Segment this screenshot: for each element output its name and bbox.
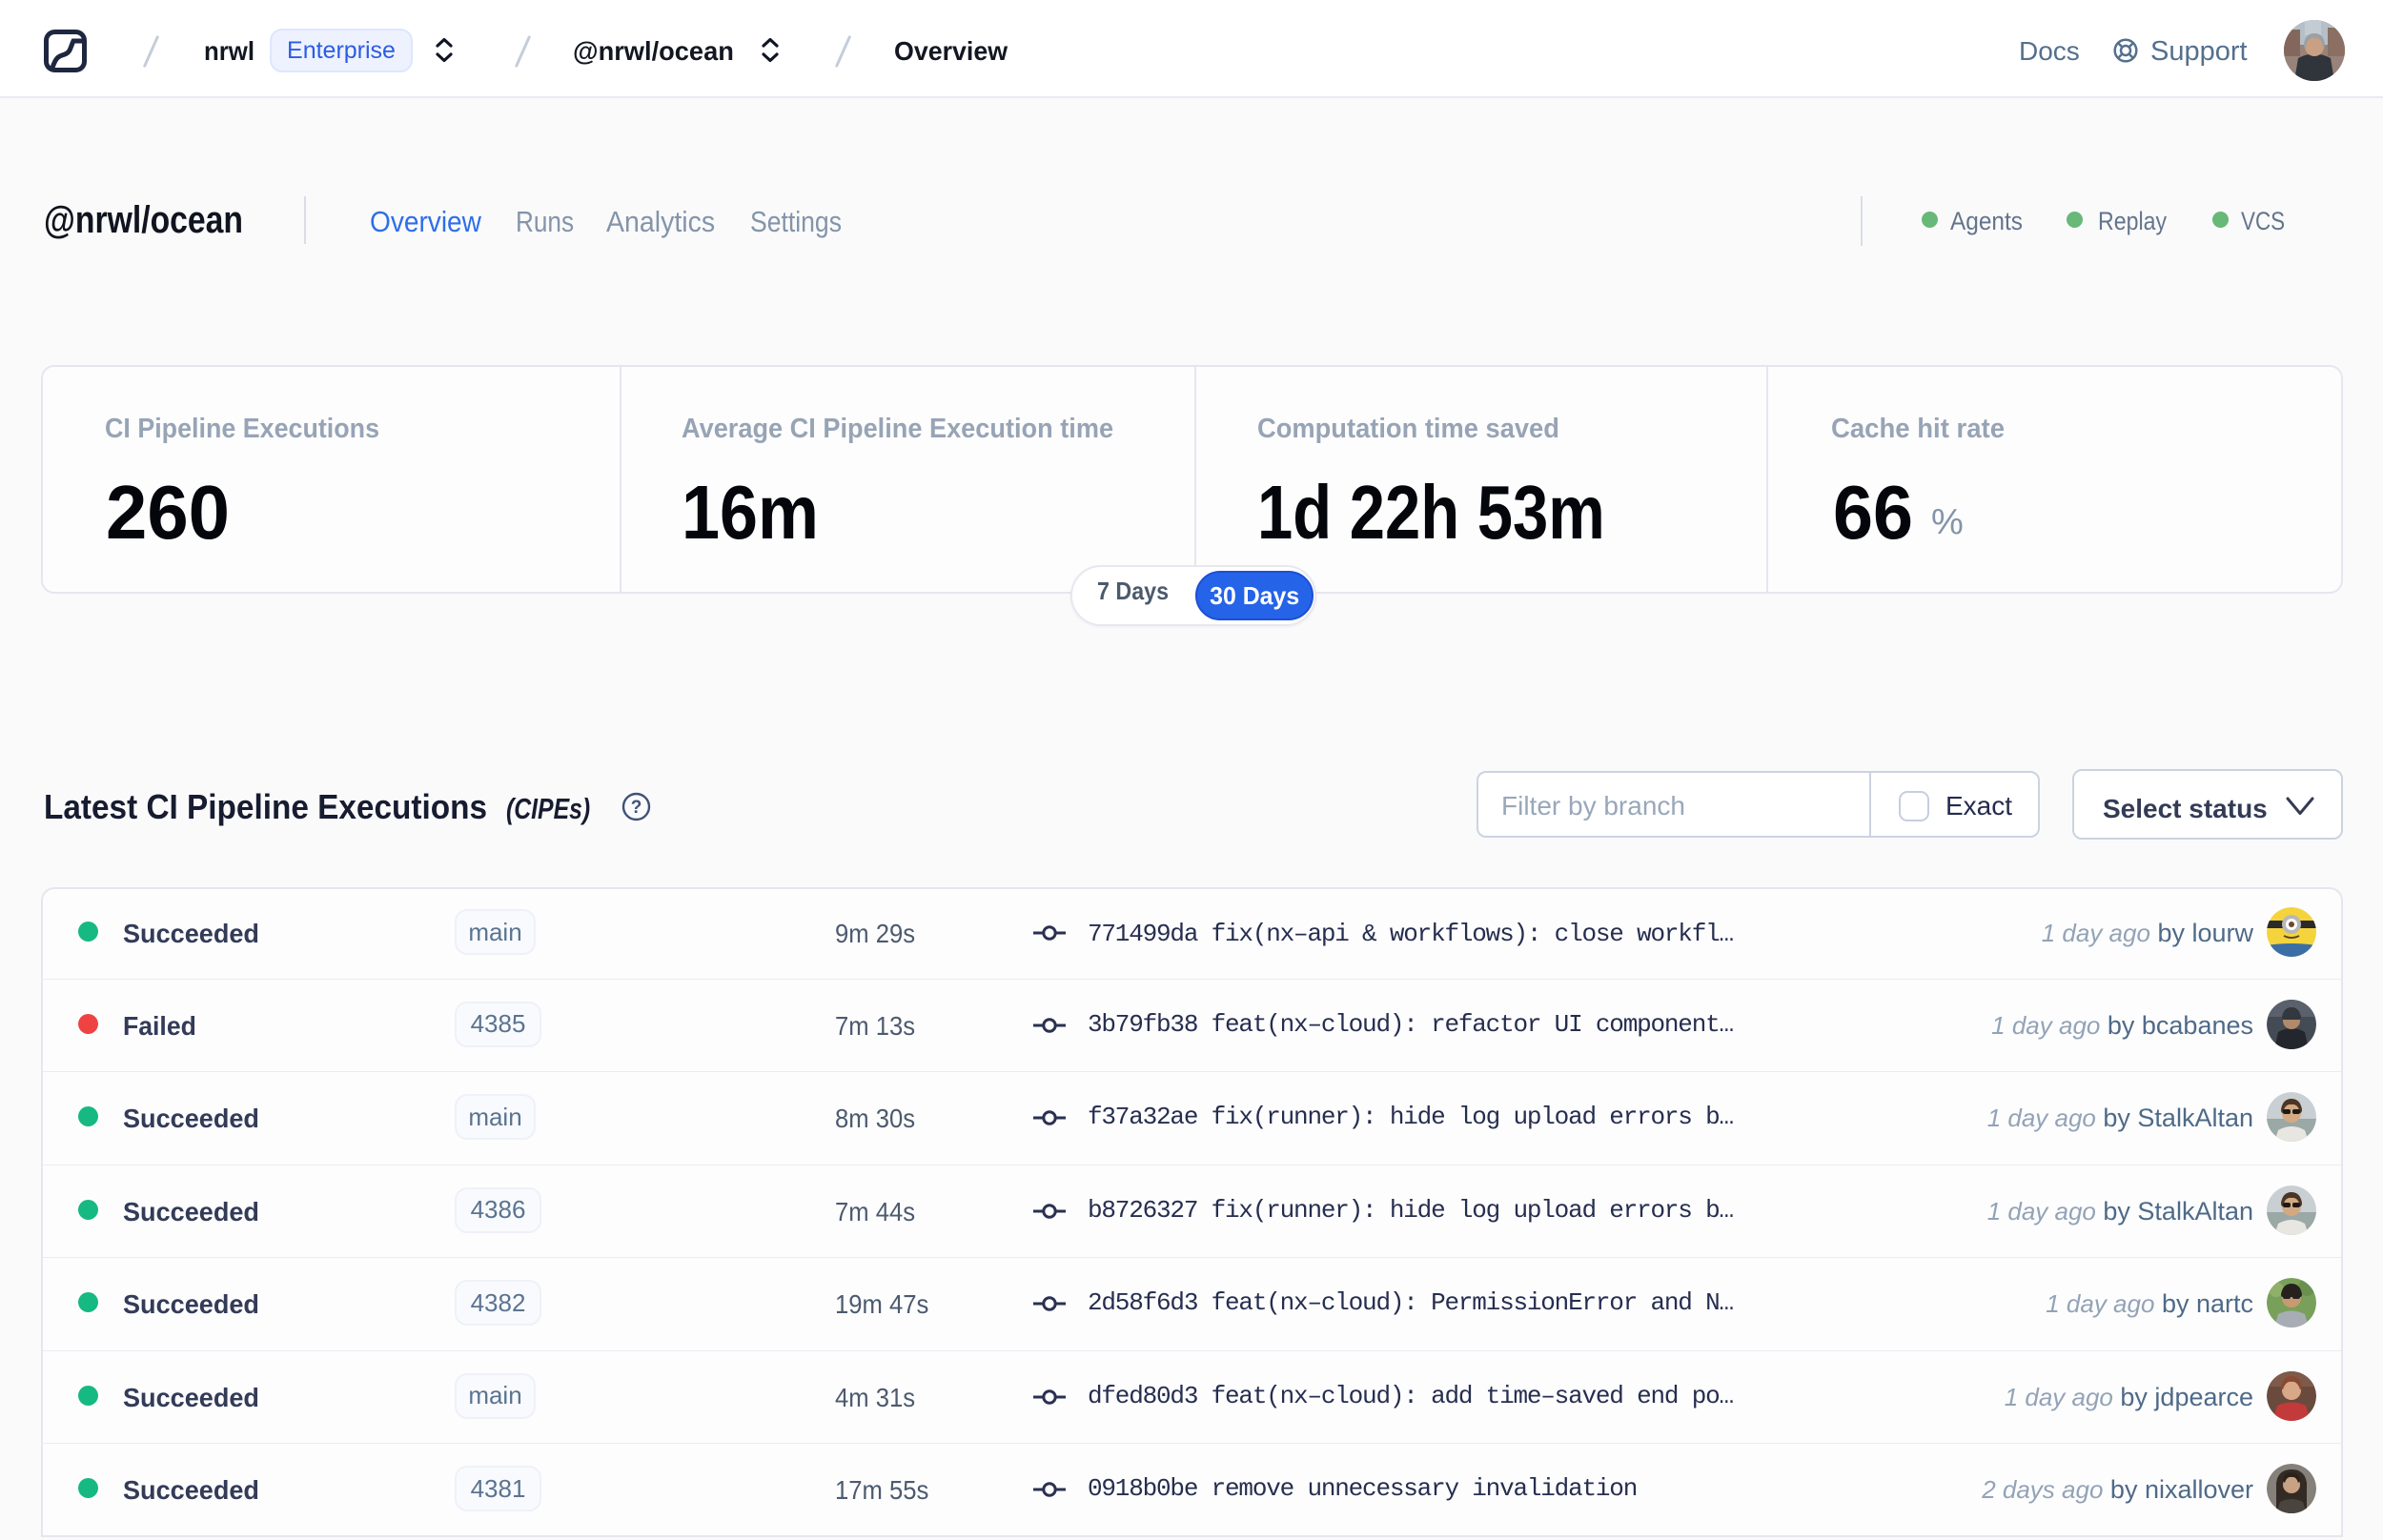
- svg-text:?: ?: [631, 798, 642, 818]
